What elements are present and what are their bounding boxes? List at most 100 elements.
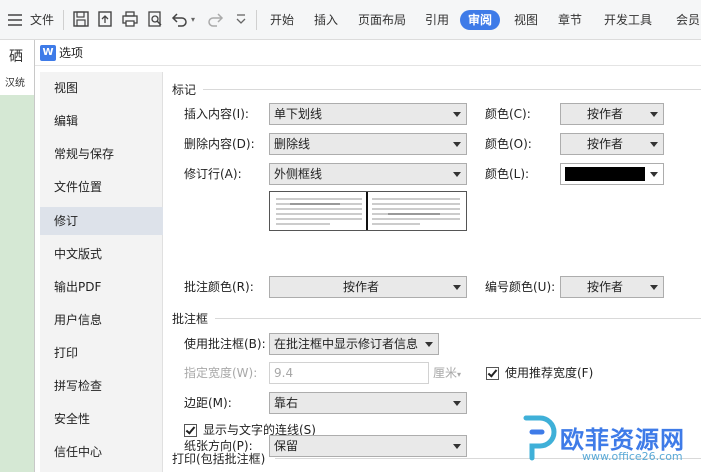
margin-select[interactable]: 靠右 <box>269 392 467 414</box>
tab-review[interactable]: 审阅 <box>460 10 501 30</box>
revision-line-label: 修订行(A): <box>184 167 242 181</box>
save-icon[interactable] <box>72 10 90 28</box>
paper-orientation-value: 保留 <box>274 439 299 453</box>
insert-content-select[interactable]: 单下划线 <box>269 103 467 125</box>
insert-color-value: 按作者 <box>586 107 623 121</box>
nav-item-edit[interactable]: 编辑 <box>40 107 163 135</box>
undo-dropdown-icon[interactable]: ▾ <box>191 0 195 40</box>
revision-line-select[interactable]: 外侧框线 <box>269 163 467 185</box>
chevron-down-icon: ▾ <box>457 370 462 379</box>
nav-item-print[interactable]: 打印 <box>40 339 163 367</box>
tab-section[interactable]: 章节 <box>558 0 582 40</box>
recommended-width-label: 使用推荐宽度(F) <box>505 366 594 380</box>
tab-references[interactable]: 引用 <box>425 0 449 40</box>
customize-chevron-icon[interactable] <box>232 10 250 28</box>
revision-preview <box>269 191 467 231</box>
balloon-width-value: 9.4 <box>274 366 294 380</box>
line-color-select[interactable] <box>560 163 664 185</box>
chevron-down-icon <box>453 401 461 406</box>
number-color-value: 按作者 <box>586 280 623 294</box>
paper-orientation-select[interactable]: 保留 <box>269 435 467 457</box>
chevron-down-icon <box>650 172 658 177</box>
chevron-down-icon <box>650 142 658 147</box>
insert-color-label: 颜色(C): <box>485 107 531 121</box>
nav-item-view[interactable]: 视图 <box>40 74 163 102</box>
section-divider <box>215 318 701 319</box>
dialog-title: 选项 <box>59 46 84 60</box>
section-title-markup: 标记 <box>172 83 197 97</box>
chevron-down-icon <box>453 172 461 177</box>
hamburger-menu-icon[interactable] <box>8 0 22 40</box>
ribbon: 文件 ▾ 开始 插入 页面布局 引用 审阅 视图 章节 开发工具 会员 <box>0 0 701 40</box>
chevron-down-icon <box>650 285 658 290</box>
watermark-url: www.office26.com <box>582 450 683 463</box>
insert-content-label: 插入内容(I): <box>184 107 249 121</box>
nav-item-security[interactable]: 安全性 <box>40 405 163 433</box>
undo-icon[interactable] <box>171 10 189 28</box>
chevron-down-icon <box>453 142 461 147</box>
preview-lines <box>276 192 460 230</box>
watermark: 欧菲资源网 www.office26.com <box>518 404 701 472</box>
revision-line-value: 外侧框线 <box>274 167 323 181</box>
balloon-width-label: 指定宽度(W): <box>184 366 258 380</box>
divider <box>256 10 257 30</box>
chevron-down-icon <box>453 112 461 117</box>
section-title-balloons: 批注框 <box>172 312 209 326</box>
tab-home[interactable]: 开始 <box>270 0 294 40</box>
print-preview-icon[interactable] <box>146 10 164 28</box>
margin-label: 边距(M): <box>184 396 232 410</box>
delete-content-value: 删除线 <box>274 137 311 151</box>
nav-item-spell-check[interactable]: 拼写检查 <box>40 372 163 400</box>
tab-page-layout[interactable]: 页面布局 <box>358 0 406 40</box>
wps-logo-icon: W <box>40 45 56 61</box>
delete-content-label: 删除内容(D): <box>184 137 255 151</box>
file-menu[interactable]: 文件 <box>30 0 54 40</box>
comment-color-select[interactable]: 按作者 <box>269 276 467 298</box>
comment-color-value: 按作者 <box>342 280 379 294</box>
nav-item-trust-center[interactable]: 信任中心 <box>40 438 163 466</box>
doc-fragment: 汉统 <box>5 78 25 89</box>
paper-orientation-label: 纸张方向(P): <box>184 439 253 453</box>
use-balloons-select[interactable]: 在批注框中显示修订者信息 <box>269 333 439 355</box>
export-pdf-icon[interactable] <box>96 10 114 28</box>
use-balloons-value: 在批注框中显示修订者信息 <box>274 337 419 351</box>
chevron-down-icon <box>650 112 658 117</box>
nav-item-file-location[interactable]: 文件位置 <box>40 173 163 201</box>
nav-item-revision[interactable]: 修订 <box>40 207 163 235</box>
chevron-down-icon <box>425 342 433 347</box>
delete-color-select[interactable]: 按作者 <box>560 133 664 155</box>
balloon-width-input[interactable]: 9.4 <box>269 362 429 384</box>
insert-color-select[interactable]: 按作者 <box>560 103 664 125</box>
redo-icon[interactable] <box>206 10 224 28</box>
number-color-select[interactable]: 按作者 <box>560 276 664 298</box>
recommended-width-checkbox[interactable] <box>486 367 499 380</box>
use-balloons-label: 使用批注框(B): <box>184 337 266 351</box>
print-icon[interactable] <box>121 10 139 28</box>
line-color-label: 颜色(L): <box>485 167 530 181</box>
chevron-down-icon <box>453 285 461 290</box>
delete-color-label: 颜色(O): <box>485 137 532 151</box>
doc-fragment: 硒 <box>9 49 23 65</box>
tab-member[interactable]: 会员 <box>676 0 700 40</box>
dialog-titlebar[interactable]: W 选项 <box>35 40 701 66</box>
nav-item-user-info[interactable]: 用户信息 <box>40 306 163 334</box>
width-unit-select[interactable]: 厘米▾ <box>433 363 461 385</box>
tab-view[interactable]: 视图 <box>514 0 538 40</box>
nav-item-chinese-layout[interactable]: 中文版式 <box>40 240 163 268</box>
check-icon <box>487 367 498 378</box>
watermark-logo-icon <box>523 415 557 461</box>
tab-insert[interactable]: 插入 <box>314 0 338 40</box>
nav-item-output-pdf[interactable]: 输出PDF <box>40 273 163 301</box>
insert-content-value: 单下划线 <box>274 107 323 121</box>
nav-item-general-save[interactable]: 常规与保存 <box>40 140 163 168</box>
margin-value: 靠右 <box>274 396 299 410</box>
tab-developer[interactable]: 开发工具 <box>604 0 652 40</box>
chevron-down-icon <box>453 444 461 449</box>
section-divider <box>203 89 701 90</box>
document-green-area <box>0 95 34 472</box>
check-icon <box>185 424 196 435</box>
delete-content-select[interactable]: 删除线 <box>269 133 467 155</box>
width-unit-value: 厘米 <box>433 366 458 380</box>
number-color-label: 编号颜色(U): <box>485 280 556 294</box>
color-swatch <box>565 167 645 181</box>
